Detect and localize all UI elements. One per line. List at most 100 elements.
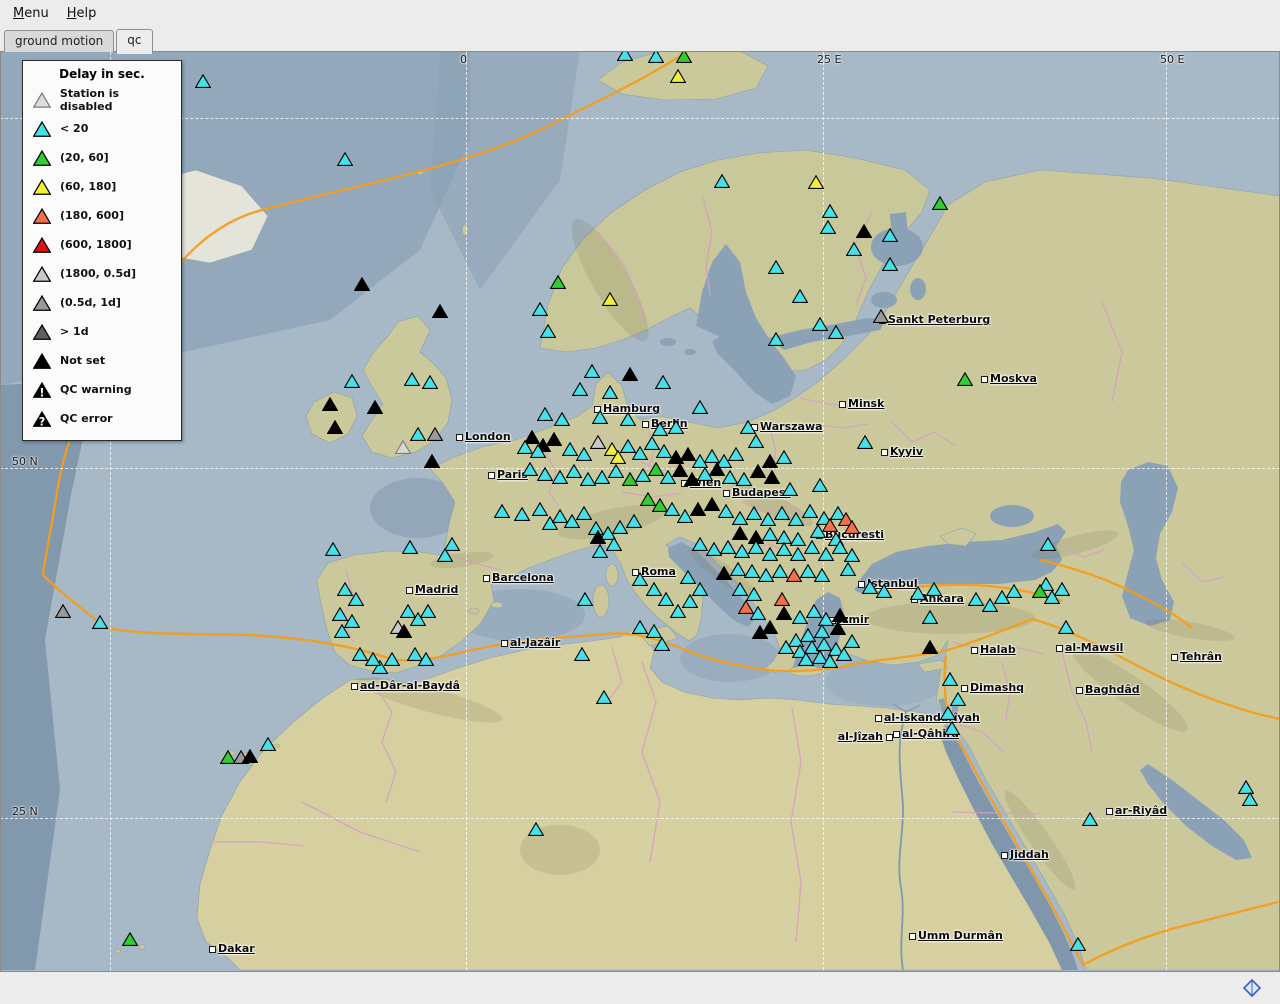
station-marker[interactable] [926,582,942,596]
station-marker[interactable] [528,822,544,836]
station-marker[interactable] [932,196,948,210]
station-marker[interactable] [242,749,258,763]
station-marker[interactable] [840,562,856,576]
station-marker[interactable] [514,507,530,521]
station-marker[interactable] [576,447,592,461]
station-marker[interactable] [337,152,353,166]
station-marker[interactable] [584,364,600,378]
station-marker[interactable] [732,526,748,540]
station-marker[interactable] [602,385,618,399]
station-marker[interactable] [606,537,622,551]
station-marker[interactable] [844,634,860,648]
station-marker[interactable] [522,462,538,476]
station-marker[interactable] [655,375,671,389]
station-marker[interactable] [537,467,553,481]
station-marker[interactable] [957,372,973,386]
station-marker[interactable] [620,412,636,426]
station-marker[interactable] [810,524,826,538]
station-marker[interactable] [432,304,448,318]
station-marker[interactable] [873,309,889,323]
station-marker[interactable] [327,420,343,434]
station-marker[interactable] [617,51,633,61]
station-marker[interactable] [1242,792,1258,806]
station-marker[interactable] [622,367,638,381]
station-marker[interactable] [814,624,830,638]
station-marker[interactable] [92,615,108,629]
station-marker[interactable] [782,482,798,496]
menu-item-help[interactable]: Help [58,2,106,25]
station-marker[interactable] [530,444,546,458]
station-marker[interactable] [740,420,756,434]
station-marker[interactable] [814,568,830,582]
station-marker[interactable] [532,302,548,316]
station-marker[interactable] [822,204,838,218]
station-marker[interactable] [646,624,662,638]
station-marker[interactable] [537,407,553,421]
station-marker[interactable] [395,440,411,454]
menu-item-menu[interactable]: Menu [4,2,58,25]
station-marker[interactable] [550,275,566,289]
station-marker[interactable] [554,412,570,426]
station-marker[interactable] [654,637,670,651]
station-marker[interactable] [648,51,664,63]
station-marker[interactable] [1054,582,1070,596]
station-marker[interactable] [532,502,548,516]
station-marker[interactable] [590,530,606,544]
station-marker[interactable] [750,606,766,620]
tab-ground-motion[interactable]: ground motion [4,30,114,52]
station-marker[interactable] [367,400,383,414]
station-marker[interactable] [1006,584,1022,598]
station-marker[interactable] [1082,812,1098,826]
station-marker[interactable] [922,610,938,624]
station-marker[interactable] [812,478,828,492]
station-marker[interactable] [768,332,784,346]
station-marker[interactable] [944,721,960,735]
station-marker[interactable] [424,454,440,468]
station-marker[interactable] [670,69,686,83]
station-marker[interactable] [714,174,730,188]
station-marker[interactable] [752,625,768,639]
station-marker[interactable] [418,652,434,666]
station-marker[interactable] [344,374,360,388]
station-marker[interactable] [856,224,872,238]
station-marker[interactable] [836,647,852,661]
station-marker[interactable] [798,652,814,666]
station-marker[interactable] [437,548,453,562]
station-marker[interactable] [748,434,764,448]
station-marker[interactable] [546,432,562,446]
station-marker[interactable] [668,420,684,434]
station-marker[interactable] [876,584,892,598]
station-marker[interactable] [494,504,510,518]
station-marker[interactable] [652,422,668,436]
station-marker[interactable] [322,397,338,411]
station-marker[interactable] [402,540,418,554]
station-marker[interactable] [676,51,692,63]
station-marker[interactable] [830,621,846,635]
station-marker[interactable] [602,292,618,306]
station-marker[interactable] [882,257,898,271]
station-marker[interactable] [596,690,612,704]
station-marker[interactable] [728,447,744,461]
station-marker[interactable] [846,242,862,256]
station-marker[interactable] [572,382,588,396]
tab-qc[interactable]: qc [116,29,152,54]
station-marker[interactable] [792,289,808,303]
station-marker[interactable] [942,672,958,686]
station-marker[interactable] [682,594,698,608]
station-marker[interactable] [1070,937,1086,951]
station-marker[interactable] [692,582,708,596]
station-marker[interactable] [922,640,938,654]
station-marker[interactable] [420,604,436,618]
station-marker[interactable] [626,514,642,528]
station-marker[interactable] [576,506,592,520]
station-marker[interactable] [832,608,848,622]
station-marker[interactable] [910,586,926,600]
station-marker[interactable] [427,427,443,441]
station-marker[interactable] [348,592,364,606]
station-marker[interactable] [950,692,966,706]
station-marker[interactable] [574,647,590,661]
station-marker[interactable] [882,228,898,242]
station-marker[interactable] [354,277,370,291]
station-marker[interactable] [334,624,350,638]
station-marker[interactable] [592,410,608,424]
